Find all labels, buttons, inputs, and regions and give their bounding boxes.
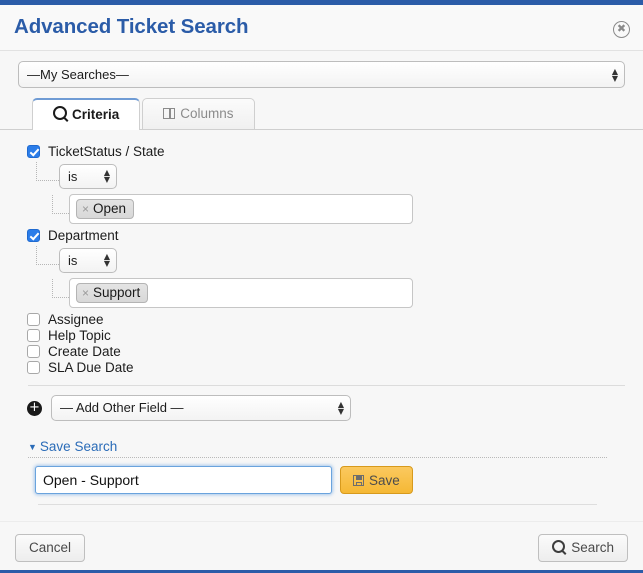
tree-connector — [52, 279, 69, 298]
close-x-icon[interactable]: × — [82, 202, 89, 216]
checkbox-create-date[interactable] — [27, 345, 40, 358]
checkbox-sla-due-date[interactable] — [27, 361, 40, 374]
tree-connector — [52, 195, 69, 214]
criteria-label-department: Department — [48, 228, 119, 243]
dotted-divider — [28, 456, 607, 458]
tree-connector — [36, 162, 59, 181]
checkbox-help-topic[interactable] — [27, 329, 40, 342]
criteria-label-sla-due-date: SLA Due Date — [48, 360, 134, 375]
checkbox-ticketstatus[interactable] — [27, 145, 40, 158]
section-divider — [38, 504, 597, 505]
chip-support[interactable]: × Support — [76, 283, 149, 303]
cancel-button-label: Cancel — [29, 540, 72, 555]
chip-label-open: Open — [93, 201, 127, 216]
criteria-field-department: Department — [18, 228, 625, 243]
add-other-field-row: + — Add Other Field — ▲ ▼ — [18, 395, 625, 421]
operator-select-ticketstatus[interactable]: is — [59, 163, 117, 189]
saved-search-row: —My Searches— ▲ ▼ — [0, 51, 643, 88]
search-icon — [53, 106, 67, 123]
criteria-field-create-date: Create Date — [18, 344, 625, 359]
tab-columns-label: Columns — [180, 106, 234, 121]
criteria-field-assignee: Assignee — [18, 312, 625, 327]
add-other-field-select[interactable]: — Add Other Field — — [51, 395, 351, 421]
close-x-icon[interactable]: × — [82, 286, 89, 300]
floppy-disk-icon — [353, 474, 364, 486]
value-input-department[interactable]: × Support — [69, 278, 413, 308]
close-circle-icon[interactable]: ✖ — [613, 21, 630, 38]
criteria-field-sla-due-date: SLA Due Date — [18, 360, 625, 375]
add-field-select-wrap: — Add Other Field — ▲ ▼ — [51, 395, 351, 421]
saved-search-select[interactable]: —My Searches— — [18, 61, 625, 88]
criteria-operator-row-ticketstatus: is ▲ ▼ — [18, 162, 625, 190]
save-search-toggle-label: Save Search — [39, 439, 118, 454]
save-search-name-input[interactable] — [35, 466, 332, 494]
operator-select-wrap-department: is ▲ ▼ — [59, 247, 117, 273]
operator-select-wrap-ticketstatus: is ▲ ▼ — [59, 163, 117, 189]
dialog-footer: Cancel Search — [0, 521, 643, 573]
operator-select-department[interactable]: is — [59, 247, 117, 273]
checkbox-department[interactable] — [27, 229, 40, 242]
criteria-field-help-topic: Help Topic — [18, 328, 625, 343]
criteria-label-ticketstatus: TicketStatus / State — [48, 144, 165, 159]
checkbox-assignee[interactable] — [27, 313, 40, 326]
tab-bar: Criteria Columns — [0, 98, 643, 130]
dialog-header: Advanced Ticket Search ✖ — [0, 5, 643, 51]
search-button-label: Search — [571, 540, 614, 555]
cancel-button[interactable]: Cancel — [15, 533, 86, 562]
tree-connector — [36, 246, 59, 265]
saved-search-select-wrap: —My Searches— ▲ ▼ — [18, 61, 625, 88]
page-title: Advanced Ticket Search — [14, 15, 249, 38]
criteria-label-create-date: Create Date — [48, 344, 121, 359]
value-input-ticketstatus[interactable]: × Open — [69, 194, 413, 224]
search-button[interactable]: Search — [538, 533, 628, 562]
criteria-label-help-topic: Help Topic — [48, 328, 111, 343]
save-search-toggle[interactable]: ▼ Save Search — [28, 439, 117, 456]
search-icon — [552, 539, 566, 556]
tab-criteria[interactable]: Criteria — [32, 98, 141, 130]
save-button[interactable]: Save — [340, 466, 413, 494]
criteria-label-assignee: Assignee — [48, 312, 104, 327]
section-divider — [28, 385, 625, 386]
chip-open[interactable]: × Open — [76, 199, 135, 219]
criteria-operator-row-department: is ▲ ▼ — [18, 246, 625, 274]
criteria-panel: TicketStatus / State is ▲ ▼ × Open Departm… — [0, 130, 643, 505]
caret-down-icon: ▼ — [28, 442, 37, 452]
save-search-section: ▼Save Search Save — [18, 439, 625, 505]
criteria-value-row-ticketstatus: × Open — [18, 194, 625, 224]
criteria-field-ticketstatus: TicketStatus / State — [18, 144, 625, 159]
tab-criteria-label: Criteria — [72, 107, 120, 122]
chip-label-support: Support — [93, 285, 141, 300]
columns-icon — [163, 107, 176, 122]
save-button-label: Save — [369, 472, 400, 488]
save-search-row: Save — [28, 466, 607, 494]
tab-columns[interactable]: Columns — [142, 98, 255, 129]
criteria-value-row-department: × Support — [18, 278, 625, 308]
plus-circle-icon[interactable]: + — [27, 400, 42, 416]
